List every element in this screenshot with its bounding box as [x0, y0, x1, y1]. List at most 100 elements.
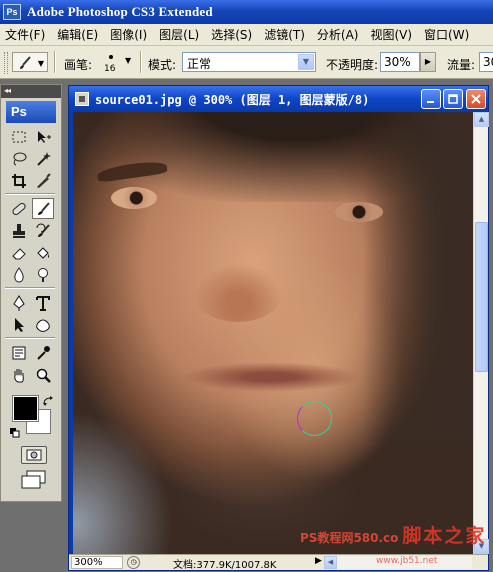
marquee-tool[interactable]: [8, 126, 30, 147]
eyedropper-tool[interactable]: [32, 342, 54, 363]
document-window: source01.jpg @ 300% (图层 1, 图层蒙版/8) ▲ ▼ 3…: [68, 85, 489, 571]
scroll-left-arrow-icon[interactable]: ◀: [324, 556, 337, 569]
shape-icon: [36, 319, 50, 332]
menu-edit[interactable]: 编辑(E): [52, 26, 105, 43]
vertical-scrollbar[interactable]: ▲ ▼: [473, 112, 489, 554]
app-title-bar: Ps Adobe Photoshop CS3 Extended: [0, 0, 493, 24]
history-brush-tool[interactable]: [32, 220, 54, 241]
scroll-up-arrow-icon[interactable]: ▲: [474, 112, 489, 127]
magic-wand-tool[interactable]: [32, 148, 54, 169]
screen-mode-icon: [21, 470, 46, 489]
zoom-level-field[interactable]: 300%: [71, 556, 123, 569]
magic-wand-icon: [37, 151, 51, 166]
close-icon: [471, 94, 481, 104]
flow-input[interactable]: 30: [479, 52, 493, 72]
magnifier-icon: [36, 368, 51, 383]
menu-window[interactable]: 窗口(W): [419, 26, 476, 43]
menu-image[interactable]: 图像(I): [105, 26, 154, 43]
brush-tool[interactable]: [32, 198, 54, 219]
paint-bucket-tool[interactable]: [32, 242, 54, 263]
move-tool[interactable]: [32, 126, 54, 147]
photoshop-app-icon[interactable]: Ps: [3, 4, 21, 20]
history-brush-icon: [36, 223, 50, 237]
zoom-tool[interactable]: [32, 364, 54, 385]
document-icon[interactable]: [75, 92, 89, 106]
drop-icon: [14, 266, 24, 282]
dodge-tool[interactable]: [32, 264, 54, 285]
maximize-button[interactable]: [443, 89, 463, 109]
swap-colors-icon[interactable]: [42, 395, 54, 407]
document-size-info[interactable]: 文档:377.9K/1007.8K: [173, 556, 276, 571]
photoshop-logo: Ps: [6, 101, 56, 123]
marquee-icon: [12, 131, 26, 142]
arrow-cursor-icon: [15, 317, 24, 332]
lasso-icon: [13, 152, 27, 165]
type-icon: [36, 295, 50, 311]
pen-tool[interactable]: [8, 292, 30, 313]
brush-icon: [38, 201, 50, 215]
eyedropper-icon: [37, 345, 50, 360]
type-tool[interactable]: [32, 292, 54, 313]
pen-icon: [13, 294, 25, 311]
flow-label: 流量:: [447, 58, 476, 72]
scroll-thumb[interactable]: [475, 222, 488, 372]
blend-mode-value: 正常: [187, 57, 212, 71]
tool-preset-picker[interactable]: ▼: [12, 52, 48, 72]
menu-view[interactable]: 视图(V): [365, 26, 419, 43]
notes-tool[interactable]: [8, 342, 30, 363]
menu-layer[interactable]: 图层(L): [154, 26, 206, 43]
crop-tool[interactable]: [8, 170, 30, 191]
blur-tool[interactable]: [8, 264, 30, 285]
menu-analysis[interactable]: 分析(A): [312, 26, 366, 43]
brush-size-preview[interactable]: 16: [98, 53, 126, 75]
hand-icon: [14, 368, 24, 382]
lasso-tool[interactable]: [8, 148, 30, 169]
watermark: PS教程网580.co 脚本之家: [300, 521, 486, 548]
menu-file[interactable]: 文件(F): [0, 26, 52, 43]
brush-picker-dropdown-icon[interactable]: ▼: [125, 56, 131, 65]
menu-select[interactable]: 选择(S): [206, 26, 259, 43]
paint-bucket-icon: [37, 246, 49, 259]
clone-stamp-tool[interactable]: [8, 220, 30, 241]
photo-hair-right: [363, 112, 473, 442]
chevron-down-icon[interactable]: ▼: [298, 54, 314, 70]
watermark-text: PS教程网: [300, 531, 354, 545]
app-title: Adobe Photoshop CS3 Extended: [27, 4, 213, 19]
quick-mask-icon: [26, 449, 42, 461]
image-canvas[interactable]: [73, 112, 473, 554]
foreground-color-swatch[interactable]: [12, 395, 39, 422]
path-selection-tool[interactable]: [8, 314, 30, 335]
opacity-input[interactable]: 30%: [380, 52, 420, 72]
eraser-icon: [12, 247, 26, 259]
tools-panel-collapse[interactable]: ◂◂: [1, 85, 61, 98]
status-info-icon[interactable]: ◷: [127, 556, 140, 569]
crop-icon: [12, 173, 26, 188]
healing-brush-tool[interactable]: [8, 198, 30, 219]
move-icon: [38, 130, 51, 143]
default-colors-icon[interactable]: [10, 428, 20, 438]
separator: [140, 51, 142, 73]
opacity-slider-button[interactable]: ▶: [420, 52, 436, 72]
custom-shape-tool[interactable]: [32, 314, 54, 335]
flow-value: 30: [483, 55, 493, 69]
eraser-tool[interactable]: [8, 242, 30, 263]
minimize-button[interactable]: [421, 89, 441, 109]
status-menu-arrow-icon[interactable]: ▶: [315, 556, 322, 566]
close-button[interactable]: [466, 89, 486, 109]
screen-mode-button[interactable]: [19, 469, 49, 491]
note-icon: [12, 346, 26, 359]
opacity-value: 30%: [384, 55, 411, 69]
maximize-icon: [448, 94, 458, 104]
blend-mode-select[interactable]: 正常 ▼: [182, 52, 316, 72]
document-title-bar[interactable]: source01.jpg @ 300% (图层 1, 图层蒙版/8): [69, 86, 488, 112]
slice-tool[interactable]: [32, 170, 54, 191]
hand-tool[interactable]: [8, 364, 30, 385]
photo-background: [73, 412, 173, 554]
brush-cursor: [297, 401, 332, 436]
document-title: source01.jpg @ 300% (图层 1, 图层蒙版/8): [95, 93, 370, 107]
options-bar-grip[interactable]: [4, 52, 8, 74]
quick-mask-button[interactable]: [21, 446, 47, 464]
menu-filter[interactable]: 滤镜(T): [259, 26, 312, 43]
photo-right-eye: [335, 202, 383, 222]
divider: [5, 193, 55, 195]
